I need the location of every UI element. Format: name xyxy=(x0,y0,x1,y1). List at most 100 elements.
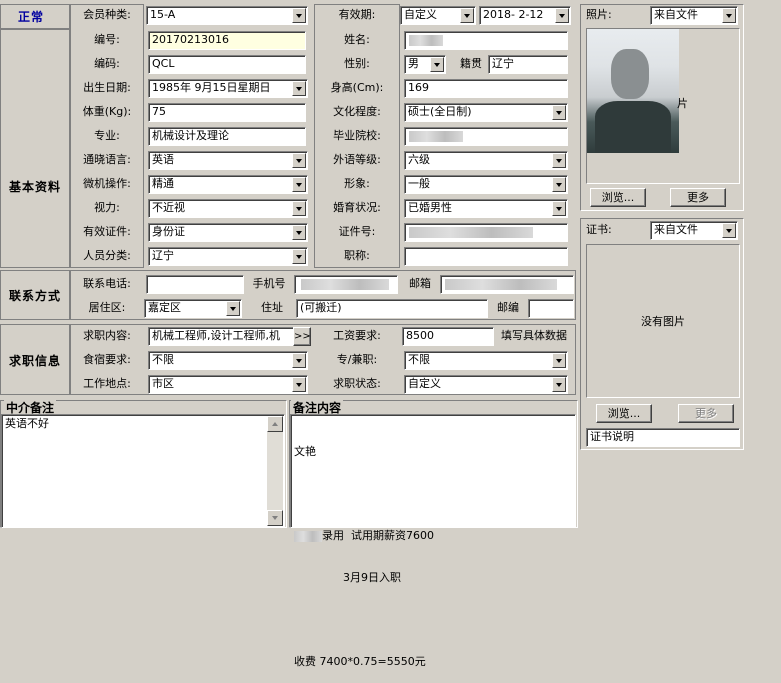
chevron-down-icon[interactable] xyxy=(292,353,306,368)
language-label: 通晓语言: xyxy=(83,153,131,166)
job-status-select[interactable]: 自定义 xyxy=(404,375,568,394)
birth-date-picker[interactable]: 1985年 9月15日星期日 xyxy=(148,79,308,98)
phone-label: 联系电话: xyxy=(83,277,131,290)
vision-label: 视力: xyxy=(94,201,120,214)
certificate-caption-field[interactable]: 证书说明 xyxy=(586,428,740,447)
redacted-block xyxy=(445,279,557,290)
remark-textarea[interactable]: 文艳 录用 试用期薪资7600 3月9日入职 收费 7400*0.75=5550… xyxy=(290,414,576,668)
vision-select[interactable]: 不近视 xyxy=(148,199,308,218)
computer-select[interactable]: 精通 xyxy=(148,175,308,194)
photo-browse-button[interactable]: 浏览... xyxy=(590,188,646,207)
chevron-down-icon[interactable] xyxy=(552,353,566,368)
image-label: 形象: xyxy=(344,177,370,190)
validity-date-picker[interactable]: 2018- 2-12 xyxy=(479,6,571,25)
certificate-more-button[interactable]: 更多 xyxy=(678,404,734,423)
chevron-down-icon[interactable] xyxy=(292,377,306,392)
chevron-down-icon[interactable] xyxy=(292,225,306,240)
lang-level-select[interactable]: 六级 xyxy=(404,151,568,170)
fulltime-select[interactable]: 不限 xyxy=(404,351,568,370)
chevron-down-icon[interactable] xyxy=(292,201,306,216)
scroll-up-icon[interactable] xyxy=(267,416,283,432)
native-label: 籍贯 xyxy=(460,57,482,70)
lodging-select[interactable]: 不限 xyxy=(148,351,308,370)
number-field[interactable]: 20170213016 xyxy=(148,31,306,50)
school-field[interactable] xyxy=(404,127,568,146)
gender-select[interactable]: 男 xyxy=(404,55,446,74)
fulltime-label: 专/兼职: xyxy=(336,353,378,366)
zip-field[interactable] xyxy=(528,299,574,318)
remark-line xyxy=(294,487,572,501)
agent-note-textarea[interactable]: 英语不好 xyxy=(1,414,285,528)
chevron-down-icon[interactable] xyxy=(292,8,306,23)
remark-line: 收费 7400*0.75=5550元 xyxy=(294,655,426,668)
address-label: 住址 xyxy=(261,301,283,314)
photo-more-button[interactable]: 更多 xyxy=(670,188,726,207)
status-label: 正常 xyxy=(17,10,44,24)
image-select[interactable]: 一般 xyxy=(404,175,568,194)
photo-head xyxy=(611,49,649,99)
phone-field[interactable] xyxy=(146,275,244,294)
photo-source-select[interactable]: 来自文件 xyxy=(650,6,738,25)
contact-section-title: 联系方式 xyxy=(8,289,61,303)
name-field[interactable] xyxy=(404,31,568,50)
redacted-block xyxy=(409,131,463,142)
language-select[interactable]: 英语 xyxy=(148,151,308,170)
job-content-more-button[interactable]: >> xyxy=(293,327,311,346)
native-field[interactable]: 辽宁 xyxy=(488,55,568,74)
district-select[interactable]: 嘉定区 xyxy=(144,299,242,318)
chevron-down-icon[interactable] xyxy=(722,223,736,238)
chevron-down-icon[interactable] xyxy=(292,177,306,192)
salary-label: 工资要求: xyxy=(333,329,381,342)
email-field[interactable] xyxy=(440,275,574,294)
validity-type-select[interactable]: 自定义 xyxy=(400,6,476,25)
salary-note: 填写具体数据 xyxy=(501,329,567,342)
chevron-down-icon[interactable] xyxy=(552,105,566,120)
id-no-field[interactable] xyxy=(404,223,568,242)
school-label: 毕业院校: xyxy=(333,129,381,142)
height-field[interactable]: 169 xyxy=(404,79,568,98)
chevron-down-icon[interactable] xyxy=(552,377,566,392)
category-select[interactable]: 辽宁 xyxy=(148,247,308,266)
remark-line: 3月9日入职 xyxy=(294,571,401,584)
marital-label: 婚育状况: xyxy=(333,201,381,214)
salary-field[interactable]: 8500 xyxy=(402,327,494,346)
scroll-down-icon[interactable] xyxy=(267,510,283,526)
height-label: 身高(Cm): xyxy=(330,81,384,94)
certificate-source-select[interactable]: 来自文件 xyxy=(650,221,738,240)
mobile-field[interactable] xyxy=(294,275,398,294)
title-field[interactable] xyxy=(404,247,568,266)
weight-field[interactable]: 75 xyxy=(148,103,306,122)
agent-note-scrollbar[interactable] xyxy=(267,416,283,526)
major-label: 专业: xyxy=(94,129,120,142)
job-content-field[interactable]: 机械工程师,设计工程师,机 xyxy=(148,327,294,346)
address-field[interactable]: (可搬迁) xyxy=(296,299,488,318)
photo-label: 照片: xyxy=(586,8,612,21)
photo-image xyxy=(587,29,679,153)
code-field[interactable]: QCL xyxy=(148,55,306,74)
member-type-label: 会员种类: xyxy=(83,8,131,21)
id-type-select[interactable]: 身份证 xyxy=(148,223,308,242)
id-type-label: 有效证件: xyxy=(83,225,131,238)
major-field[interactable]: 机械设计及理论 xyxy=(148,127,306,146)
name-label: 姓名: xyxy=(344,33,370,46)
job-content-label: 求职内容: xyxy=(83,329,131,342)
marital-select[interactable]: 已婚男性 xyxy=(404,199,568,218)
chevron-down-icon[interactable] xyxy=(552,201,566,216)
chevron-down-icon[interactable] xyxy=(292,153,306,168)
education-select[interactable]: 硕士(全日制) xyxy=(404,103,568,122)
chevron-down-icon[interactable] xyxy=(226,301,240,316)
member-type-select[interactable]: 15-A xyxy=(146,6,308,25)
chevron-down-icon[interactable] xyxy=(555,8,569,23)
chevron-down-icon[interactable] xyxy=(460,8,474,23)
email-label: 邮箱 xyxy=(409,277,431,290)
chevron-down-icon[interactable] xyxy=(722,8,736,23)
location-select[interactable]: 市区 xyxy=(148,375,308,394)
chevron-down-icon[interactable] xyxy=(552,177,566,192)
chevron-down-icon[interactable] xyxy=(292,81,306,96)
chevron-down-icon[interactable] xyxy=(430,57,444,72)
chevron-down-icon[interactable] xyxy=(552,153,566,168)
title-label: 职称: xyxy=(344,249,370,262)
chevron-down-icon[interactable] xyxy=(292,249,306,264)
certificate-browse-button[interactable]: 浏览... xyxy=(596,404,652,423)
category-label: 人员分类: xyxy=(83,249,131,262)
